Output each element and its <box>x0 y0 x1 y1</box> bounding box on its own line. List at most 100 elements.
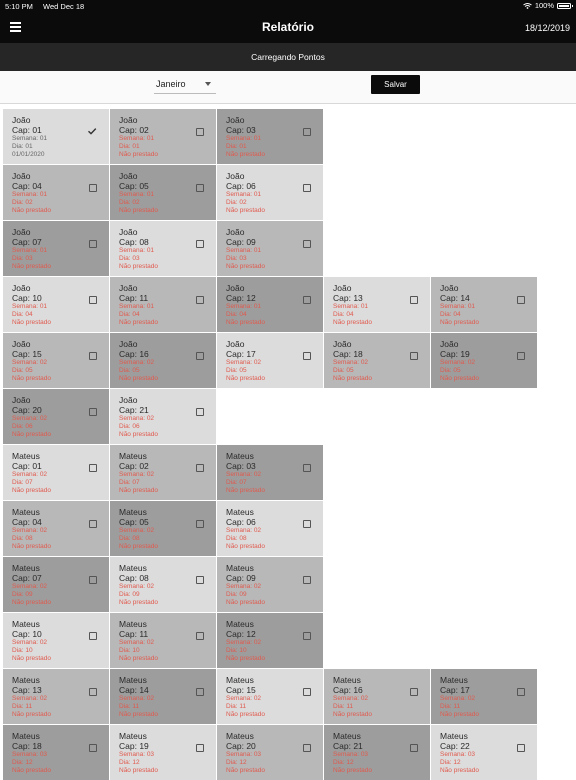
checkbox[interactable] <box>196 744 204 752</box>
chapter-card[interactable]: Mateus Cap: 22 Semana: 03 Dia: 12 Não presta… <box>431 725 537 780</box>
card-status: Não prestado <box>119 487 159 494</box>
checkbox[interactable] <box>303 352 311 360</box>
chapter-card[interactable]: Mateus Cap: 12 Semana: 02 Dia: 10 Não presta… <box>217 613 323 668</box>
chapter-card[interactable]: João Cap: 21 Semana: 02 Dia: 06 Não prestado <box>110 389 216 444</box>
chapter-card[interactable]: João Cap: 16 Semana: 02 Dia: 05 Não prestado <box>110 333 216 388</box>
checkbox[interactable] <box>410 744 418 752</box>
checkbox[interactable] <box>303 632 311 640</box>
card-status: Não prestado <box>12 711 52 718</box>
chapter-card[interactable]: Mateus Cap: 19 Semana: 03 Dia: 12 Não presta… <box>110 725 216 780</box>
chapter-card[interactable]: João Cap: 09 Semana: 01 Dia: 03 Não prestado <box>217 221 323 276</box>
status-right: 100% <box>523 1 573 10</box>
chapter-card[interactable]: Mateus Cap: 10 Semana: 02 Dia: 10 Não presta… <box>3 613 109 668</box>
chapter-card[interactable]: João Cap: 01 Semana: 01 Dia: 01 01/01/2020 <box>3 109 109 164</box>
chapter-card[interactable]: Mateus Cap: 09 Semana: 02 Dia: 09 Não presta… <box>217 557 323 612</box>
card-day: Dia: 01 <box>119 143 140 150</box>
checkbox[interactable] <box>196 464 204 472</box>
checkbox[interactable] <box>196 352 204 360</box>
checkbox[interactable] <box>89 464 97 472</box>
checkbox[interactable] <box>303 688 311 696</box>
chapter-card[interactable]: Mateus Cap: 21 Semana: 03 Dia: 12 Não presta… <box>324 725 430 780</box>
chapter-card[interactable]: João Cap: 06 Semana: 01 Dia: 02 Não prestado <box>217 165 323 220</box>
checkbox[interactable] <box>410 352 418 360</box>
chapter-card[interactable]: João Cap: 15 Semana: 02 Dia: 05 Não prestado <box>3 333 109 388</box>
chapter-card[interactable]: João Cap: 19 Semana: 02 Dia: 05 Não prestado <box>431 333 537 388</box>
chapter-card[interactable]: Mateus Cap: 15 Semana: 02 Dia: 11 Não presta… <box>217 669 323 724</box>
chapter-card[interactable]: João Cap: 14 Semana: 01 Dia: 04 Não prestado <box>431 277 537 332</box>
checkbox[interactable] <box>410 688 418 696</box>
chapter-card[interactable]: João Cap: 04 Semana: 01 Dia: 02 Não prestado <box>3 165 109 220</box>
chapter-card[interactable]: Mateus Cap: 16 Semana: 02 Dia: 11 Não presta… <box>324 669 430 724</box>
chapter-card[interactable]: João Cap: 02 Semana: 01 Dia: 01 Não prestado <box>110 109 216 164</box>
chapter-card[interactable]: João Cap: 03 Semana: 01 Dia: 01 Não prestado <box>217 109 323 164</box>
card-status: Não prestado <box>12 319 52 326</box>
checkbox[interactable] <box>517 296 525 304</box>
chapter-card[interactable]: Mateus Cap: 03 Semana: 02 Dia: 07 Não presta… <box>217 445 323 500</box>
card-week: Semana: 02 <box>440 359 476 366</box>
checkbox[interactable] <box>89 184 97 192</box>
checkbox[interactable] <box>303 296 311 304</box>
controls-bar: Janeiro Salvar <box>0 71 576 104</box>
chapter-card[interactable]: Mateus Cap: 20 Semana: 03 Dia: 12 Não presta… <box>217 725 323 780</box>
chapter-card[interactable]: João Cap: 12 Semana: 01 Dia: 04 Não prestado <box>217 277 323 332</box>
checkbox[interactable] <box>89 408 97 416</box>
chapter-card[interactable]: João Cap: 05 Semana: 01 Dia: 02 Não prestado <box>110 165 216 220</box>
checkbox[interactable] <box>303 744 311 752</box>
checkbox[interactable] <box>410 296 418 304</box>
checkbox[interactable] <box>196 688 204 696</box>
checkbox[interactable] <box>303 184 311 192</box>
chapter-card[interactable]: Mateus Cap: 05 Semana: 02 Dia: 08 Não presta… <box>110 501 216 556</box>
chapter-card[interactable]: Mateus Cap: 07 Semana: 02 Dia: 09 Não presta… <box>3 557 109 612</box>
checkbox[interactable] <box>303 128 311 136</box>
checkbox[interactable] <box>196 128 204 136</box>
save-button[interactable]: Salvar <box>371 75 420 94</box>
chapter-card[interactable]: Mateus Cap: 08 Semana: 02 Dia: 09 Não presta… <box>110 557 216 612</box>
checkbox[interactable] <box>303 464 311 472</box>
card-day: Dia: 11 <box>333 703 354 710</box>
checkbox[interactable] <box>517 744 525 752</box>
checkbox[interactable] <box>89 352 97 360</box>
checkbox[interactable] <box>196 408 204 416</box>
checkbox[interactable] <box>196 520 204 528</box>
checkbox[interactable] <box>303 240 311 248</box>
chapter-card[interactable]: Mateus Cap: 11 Semana: 02 Dia: 10 Não presta… <box>110 613 216 668</box>
checkbox[interactable] <box>196 576 204 584</box>
checkbox[interactable] <box>89 632 97 640</box>
checkbox[interactable] <box>303 576 311 584</box>
checkbox[interactable] <box>89 520 97 528</box>
checkmark-icon[interactable] <box>87 126 97 136</box>
checkbox[interactable] <box>196 296 204 304</box>
chapter-card[interactable]: João Cap: 11 Semana: 01 Dia: 04 Não prestado <box>110 277 216 332</box>
checkbox[interactable] <box>517 352 525 360</box>
checkbox[interactable] <box>196 184 204 192</box>
chapter-card[interactable]: Mateus Cap: 01 Semana: 02 Dia: 07 Não presta… <box>3 445 109 500</box>
chapter-card[interactable]: João Cap: 20 Semana: 02 Dia: 06 Não prestado <box>3 389 109 444</box>
checkbox[interactable] <box>89 688 97 696</box>
checkbox[interactable] <box>517 688 525 696</box>
checkbox[interactable] <box>196 632 204 640</box>
chapter-card[interactable]: João Cap: 07 Semana: 01 Dia: 03 Não prestado <box>3 221 109 276</box>
card-name: Mateus <box>12 563 40 573</box>
checkbox[interactable] <box>89 576 97 584</box>
checkbox[interactable] <box>89 240 97 248</box>
checkbox[interactable] <box>196 240 204 248</box>
checkbox[interactable] <box>89 296 97 304</box>
chapter-card[interactable]: Mateus Cap: 13 Semana: 02 Dia: 11 Não presta… <box>3 669 109 724</box>
chapter-card[interactable]: Mateus Cap: 04 Semana: 02 Dia: 08 Não presta… <box>3 501 109 556</box>
card-day: Dia: 02 <box>12 199 33 206</box>
chapter-card[interactable]: João Cap: 13 Semana: 01 Dia: 04 Não prestado <box>324 277 430 332</box>
chapter-card[interactable]: Mateus Cap: 14 Semana: 02 Dia: 11 Não presta… <box>110 669 216 724</box>
checkbox[interactable] <box>303 520 311 528</box>
card-status: Não prestado <box>333 711 373 718</box>
chapter-card[interactable]: João Cap: 10 Semana: 01 Dia: 04 Não prestado <box>3 277 109 332</box>
chapter-card[interactable]: João Cap: 17 Semana: 02 Dia: 05 Não prestado <box>217 333 323 388</box>
chapter-card[interactable]: João Cap: 08 Semana: 01 Dia: 03 Não prestado <box>110 221 216 276</box>
chapter-card[interactable]: Mateus Cap: 06 Semana: 02 Dia: 08 Não presta… <box>217 501 323 556</box>
chapter-card[interactable]: Mateus Cap: 02 Semana: 02 Dia: 07 Não presta… <box>110 445 216 500</box>
card-name: João <box>12 283 31 293</box>
chapter-card[interactable]: Mateus Cap: 17 Semana: 02 Dia: 11 Não presta… <box>431 669 537 724</box>
chapter-card[interactable]: Mateus Cap: 18 Semana: 03 Dia: 12 Não presta… <box>3 725 109 780</box>
month-dropdown[interactable]: Janeiro <box>154 78 216 94</box>
chapter-card[interactable]: João Cap: 18 Semana: 02 Dia: 05 Não prestado <box>324 333 430 388</box>
checkbox[interactable] <box>89 744 97 752</box>
